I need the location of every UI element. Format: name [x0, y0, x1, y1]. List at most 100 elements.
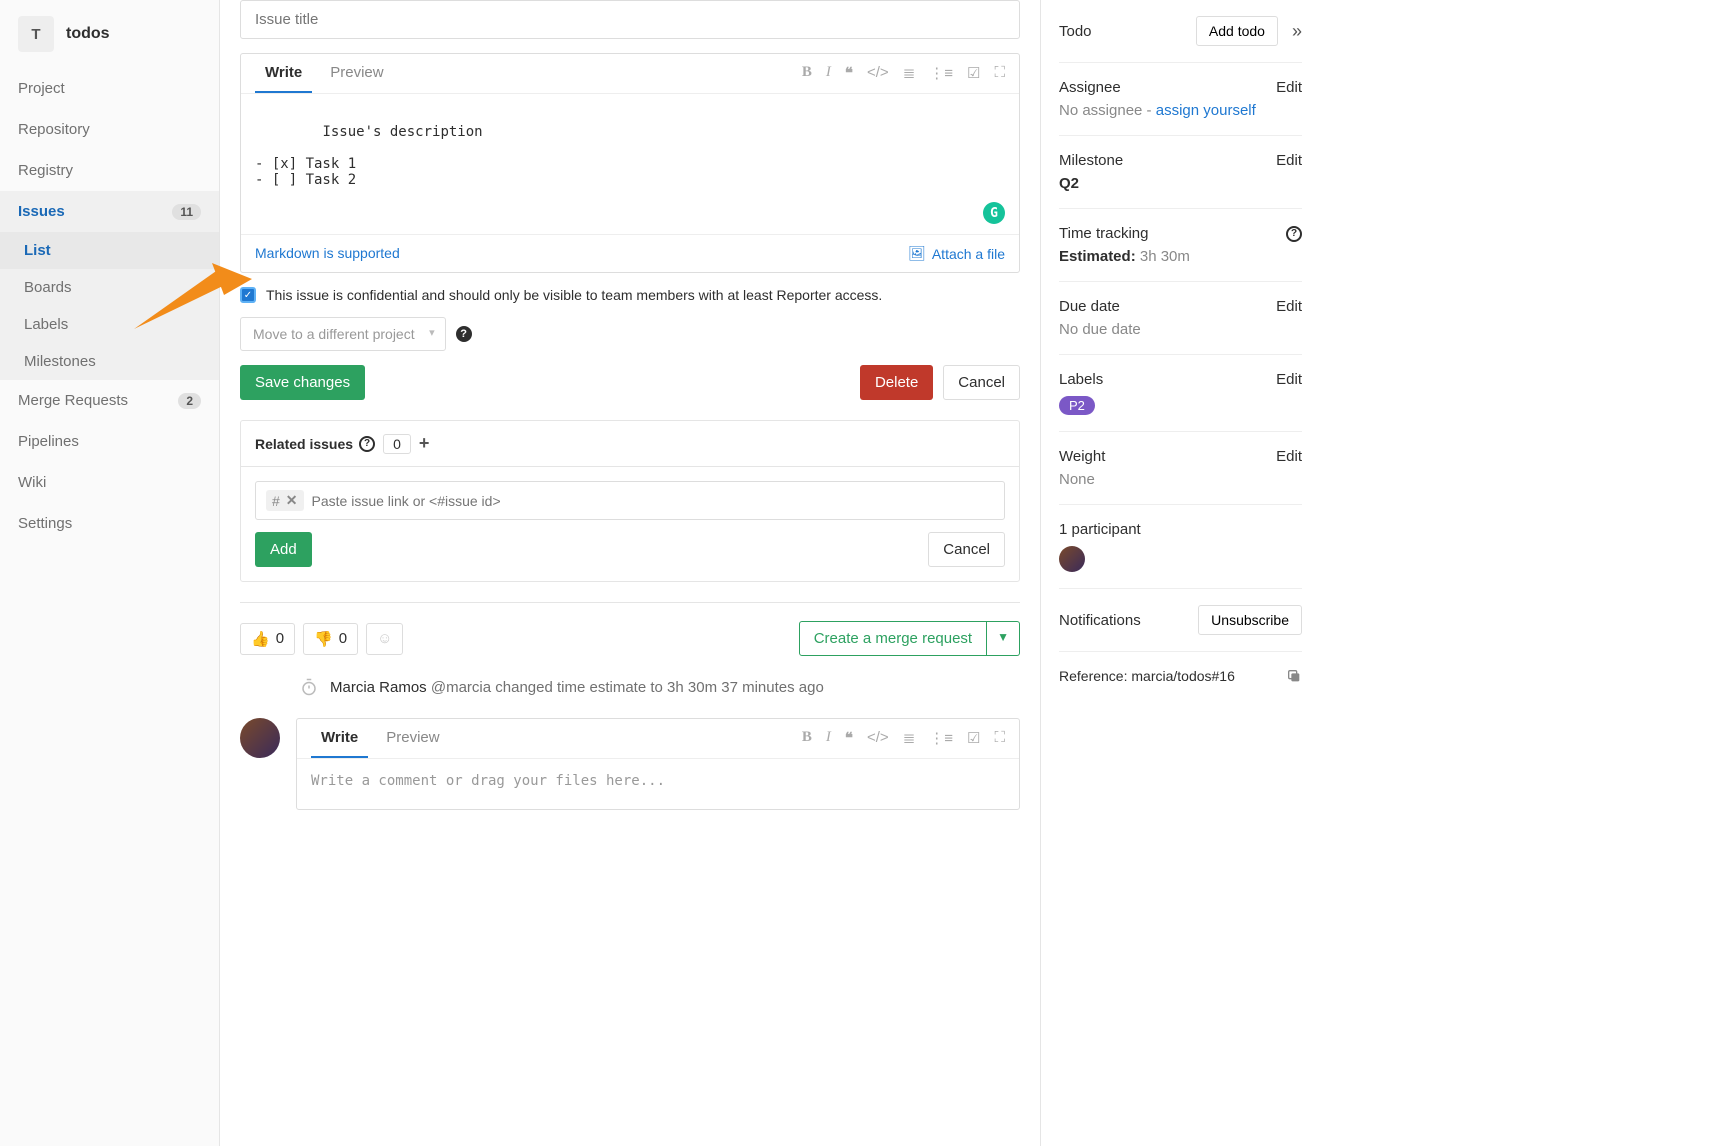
weight-edit[interactable]: Edit: [1276, 448, 1302, 465]
nav-pipelines[interactable]: Pipelines: [0, 421, 219, 462]
estimated-value: 3h 30m: [1140, 248, 1190, 265]
comment-textarea[interactable]: Write a comment or drag your files here.…: [297, 759, 1019, 809]
fullscreen-icon[interactable]: ⛶: [994, 729, 1005, 748]
assignee-value: No assignee -: [1059, 102, 1152, 119]
grammarly-icon[interactable]: G: [983, 202, 1005, 224]
project-name: todos: [66, 25, 110, 43]
activity-author[interactable]: Marcia Ramos: [330, 679, 427, 696]
labels-label: Labels: [1059, 371, 1103, 388]
ol-icon[interactable]: ⋮≡: [929, 729, 953, 748]
right-sidebar: Todo Add todo » Assignee Edit No assigne…: [1040, 0, 1320, 1146]
unsubscribe-button[interactable]: Unsubscribe: [1198, 605, 1302, 635]
assignee-edit[interactable]: Edit: [1276, 79, 1302, 96]
copy-reference-icon[interactable]: [1286, 668, 1302, 684]
cancel-related-button[interactable]: Cancel: [928, 532, 1005, 567]
create-mr-dropdown[interactable]: ▼: [987, 621, 1020, 656]
current-user-avatar[interactable]: [240, 718, 280, 758]
main-content: Write Preview B I ❝ </> ≣ ⋮≡ ☑ ⛶ Issue's…: [220, 0, 1040, 1146]
remove-chip-icon[interactable]: ✕: [286, 492, 298, 509]
comment-tab-write[interactable]: Write: [311, 719, 368, 758]
project-avatar: T: [18, 16, 54, 52]
nav-settings[interactable]: Settings: [0, 503, 219, 544]
add-reaction-button[interactable]: ☺: [366, 623, 403, 655]
description-textarea[interactable]: Issue's description - [x] Task 1 - [ ] T…: [241, 94, 1019, 234]
divider: [240, 602, 1020, 603]
participants-label: 1 participant: [1059, 521, 1302, 538]
smiley-icon: ☺: [377, 630, 392, 647]
time-tracking-label: Time tracking: [1059, 225, 1148, 242]
tab-write[interactable]: Write: [255, 54, 312, 93]
related-count: 0: [383, 434, 411, 454]
delete-button[interactable]: Delete: [860, 365, 933, 400]
tasklist-icon[interactable]: ☑: [967, 729, 980, 748]
bold-icon[interactable]: B: [802, 729, 812, 748]
tasklist-icon[interactable]: ☑: [967, 64, 980, 83]
issue-title-input[interactable]: [240, 0, 1020, 39]
todo-label: Todo: [1059, 23, 1092, 40]
move-project-select[interactable]: Move to a different project: [240, 317, 446, 351]
notifications-label: Notifications: [1059, 612, 1141, 629]
milestone-edit[interactable]: Edit: [1276, 152, 1302, 169]
attach-file-link[interactable]: 🖼 Attach a file: [908, 245, 1005, 262]
activity-handle: @marcia: [431, 679, 491, 696]
tab-preview[interactable]: Preview: [320, 54, 393, 93]
milestone-label: Milestone: [1059, 152, 1123, 169]
bold-icon[interactable]: B: [802, 64, 812, 83]
ul-icon[interactable]: ≣: [903, 729, 916, 748]
move-help-icon[interactable]: ?: [456, 326, 472, 342]
add-related-button[interactable]: Add: [255, 532, 312, 567]
fullscreen-icon[interactable]: ⛶: [994, 64, 1005, 83]
nav-issues[interactable]: Issues 11: [0, 191, 219, 232]
thumbs-up-button[interactable]: 👍0: [240, 623, 295, 655]
activity-entry: Marcia Ramos @marcia changed time estima…: [300, 678, 1020, 696]
related-issue-input[interactable]: [312, 493, 994, 509]
time-tracking-help-icon[interactable]: ?: [1286, 226, 1302, 242]
add-todo-button[interactable]: Add todo: [1196, 16, 1278, 46]
weight-label: Weight: [1059, 448, 1105, 465]
related-issues-title: Related issues: [255, 436, 353, 452]
comment-toolbar: B I ❝ </> ≣ ⋮≡ ☑ ⛶: [802, 729, 1005, 748]
due-date-value: No due date: [1059, 321, 1302, 338]
editor-toolbar: B I ❝ </> ≣ ⋮≡ ☑ ⛶: [802, 64, 1005, 83]
quote-icon[interactable]: ❝: [845, 729, 853, 748]
code-icon[interactable]: </>: [867, 64, 889, 83]
save-button[interactable]: Save changes: [240, 365, 365, 400]
description-editor: Write Preview B I ❝ </> ≣ ⋮≡ ☑ ⛶ Issue's…: [240, 53, 1020, 273]
labels-edit[interactable]: Edit: [1276, 371, 1302, 388]
nav-repository[interactable]: Repository: [0, 109, 219, 150]
add-related-icon[interactable]: +: [419, 433, 430, 454]
thumbs-up-icon: 👍: [251, 630, 270, 648]
comment-editor: Write Preview B I ❝ </> ≣ ⋮≡ ☑ ⛶ Write a…: [296, 718, 1020, 810]
nav-project[interactable]: Project: [0, 68, 219, 109]
left-sidebar: T todos Project Repository Registry Issu…: [0, 0, 220, 1146]
create-mr-button[interactable]: Create a merge request: [799, 621, 987, 656]
markdown-help-link[interactable]: Markdown is supported: [255, 245, 400, 262]
nav-registry[interactable]: Registry: [0, 150, 219, 191]
mr-count-badge: 2: [178, 393, 201, 409]
label-p2[interactable]: P2: [1059, 396, 1095, 415]
comment-tab-preview[interactable]: Preview: [376, 719, 449, 758]
cancel-button[interactable]: Cancel: [943, 365, 1020, 400]
project-header[interactable]: T todos: [0, 0, 219, 68]
ol-icon[interactable]: ⋮≡: [929, 64, 953, 83]
callout-arrow-icon: [134, 249, 254, 329]
collapse-sidebar-icon[interactable]: »: [1292, 21, 1302, 42]
due-date-label: Due date: [1059, 298, 1120, 315]
weight-value: None: [1059, 471, 1302, 488]
nav-merge-requests[interactable]: Merge Requests 2: [0, 380, 219, 421]
thumbs-down-button[interactable]: 👎0: [303, 623, 358, 655]
subnav-milestones[interactable]: Milestones: [0, 343, 219, 380]
assign-yourself-link[interactable]: assign yourself: [1156, 102, 1256, 119]
ul-icon[interactable]: ≣: [903, 64, 916, 83]
italic-icon[interactable]: I: [826, 64, 831, 83]
issue-hash-chip[interactable]: # ✕: [266, 490, 304, 511]
italic-icon[interactable]: I: [826, 729, 831, 748]
related-issue-input-wrap: # ✕: [255, 481, 1005, 520]
related-help-icon[interactable]: ?: [359, 436, 375, 452]
estimated-label: Estimated:: [1059, 248, 1136, 265]
nav-wiki[interactable]: Wiki: [0, 462, 219, 503]
due-date-edit[interactable]: Edit: [1276, 298, 1302, 315]
participant-avatar[interactable]: [1059, 546, 1085, 572]
quote-icon[interactable]: ❝: [845, 64, 853, 83]
code-icon[interactable]: </>: [867, 729, 889, 748]
